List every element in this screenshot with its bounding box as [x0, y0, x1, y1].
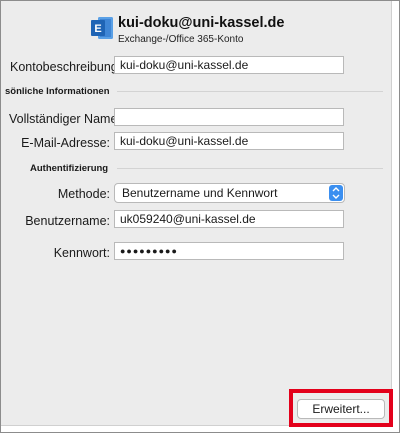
- svg-text:E: E: [94, 23, 101, 35]
- fullname-field[interactable]: [114, 108, 344, 126]
- description-field[interactable]: kui-doku@uni-kassel.de: [114, 56, 344, 74]
- fullname-label: Vollständiger Name:: [9, 112, 121, 126]
- personal-info-separator: [117, 91, 383, 92]
- account-settings-panel: E kui-doku@uni-kassel.de Exchange-/Offic…: [1, 1, 393, 427]
- auth-separator: [117, 168, 383, 169]
- stepper-icon[interactable]: [329, 185, 343, 201]
- password-field[interactable]: ●●●●●●●●●: [114, 242, 344, 260]
- description-label: Kontobeschreibung:: [10, 60, 122, 74]
- password-label: Kennwort:: [53, 246, 110, 260]
- account-title: kui-doku@uni-kassel.de: [118, 15, 285, 31]
- exchange-icon: E: [91, 17, 113, 39]
- method-select-value: Benutzername und Kennwort: [122, 186, 278, 200]
- email-field[interactable]: kui-doku@uni-kassel.de: [114, 132, 344, 150]
- method-select[interactable]: Benutzername und Kennwort: [114, 183, 345, 203]
- username-field[interactable]: uk059240@uni-kassel.de: [114, 210, 344, 228]
- email-label: E-Mail-Adresse:: [21, 136, 110, 150]
- method-label: Methode:: [57, 187, 110, 201]
- account-type: Exchange-/Office 365-Konto: [118, 34, 244, 45]
- personal-info-section: sönliche Informationen: [5, 86, 110, 97]
- advanced-button[interactable]: Erweitert...: [297, 399, 385, 419]
- username-label: Benutzername:: [25, 214, 110, 228]
- auth-section: Authentifizierung: [30, 163, 109, 174]
- chevron-up-down-icon: [332, 187, 340, 199]
